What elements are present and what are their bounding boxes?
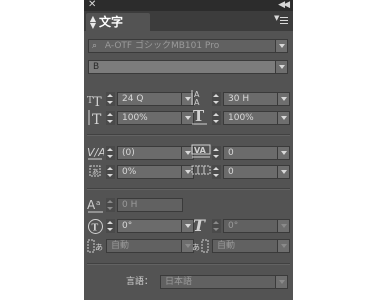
aki-after-value: 自動 (217, 241, 236, 251)
aki-field[interactable]: 0 (223, 165, 278, 179)
svg-text:T: T (92, 224, 99, 234)
aki-before-value: 自動 (111, 241, 130, 251)
horizontal-scale-dropdown[interactable] (277, 111, 290, 125)
language-value: 日本語 (165, 277, 193, 287)
leading-value: 30 H (228, 94, 250, 104)
skew-stepper[interactable] (212, 219, 221, 233)
vertical-scale-value: 100% (122, 113, 148, 123)
aki-before-field[interactable]: 自動 (106, 239, 183, 253)
svg-text:a: a (96, 199, 100, 207)
svg-text:あ: あ (92, 168, 99, 176)
tracking-field[interactable]: 0 (223, 146, 278, 160)
svg-text:T: T (93, 95, 102, 107)
kerning-field[interactable]: (0) (117, 146, 182, 160)
leading-dropdown[interactable] (277, 92, 290, 106)
rotate-icon: T (87, 218, 104, 235)
aki-after-dropdown[interactable] (277, 239, 290, 253)
rotation-value: 0° (122, 221, 133, 231)
svg-text:VA: VA (194, 146, 207, 155)
divider (87, 263, 290, 265)
aki-after-field[interactable]: 自動 (212, 239, 278, 253)
vertical-scale-field[interactable]: 100% (117, 111, 182, 125)
tab-label: 文字 (99, 15, 124, 29)
svg-text:A: A (87, 198, 96, 212)
tracking-icon: VA (191, 143, 211, 160)
svg-text:あ: あ (95, 243, 103, 252)
leading-field[interactable]: 30 H (223, 92, 278, 106)
aki-stepper[interactable] (212, 165, 221, 179)
font-family-field[interactable]: ⌕ A-OTF ゴシックMB101 Pro (88, 39, 276, 53)
svg-text:T: T (193, 108, 205, 125)
language-field[interactable]: 日本語 (160, 275, 276, 289)
language-label: 言語： (126, 277, 154, 287)
skew-icon: T (192, 216, 209, 233)
font-size-field[interactable]: 24 Q (117, 92, 182, 106)
svg-text:T: T (92, 112, 102, 126)
leading-stepper[interactable] (212, 92, 221, 106)
leading-icon: AA (191, 89, 208, 106)
baseline-shift-icon: Aa (87, 197, 104, 214)
horizontal-scale-value: 100% (228, 113, 254, 123)
font-size-value: 24 Q (122, 94, 144, 104)
baseline-shift-field[interactable]: 0 H (117, 198, 183, 212)
svg-text:T: T (193, 216, 206, 233)
kerning-icon: V/A (87, 144, 104, 161)
tsume-value: 0% (122, 167, 137, 177)
baseline-shift-stepper[interactable] (106, 198, 115, 212)
tsume-stepper[interactable] (106, 165, 115, 179)
tracking-value: 0 (228, 148, 234, 158)
tracking-dropdown[interactable] (277, 146, 290, 160)
divider (87, 134, 290, 136)
vertical-scale-stepper[interactable] (106, 111, 115, 125)
expand-collapse-icon[interactable]: ▲ ▼ (89, 15, 97, 30)
character-panel: ✕ ◀◀ ▲ ▼ 文字 ▼ ⌕ A-OTF ゴシックMB101 Pro B TT … (84, 0, 293, 300)
double-chevron-icon[interactable]: ◀◀ (278, 0, 290, 11)
horizontal-scale-icon: T (191, 108, 208, 125)
tsume-icon: あ (87, 163, 104, 180)
font-style-value: B (93, 62, 100, 72)
tsume-field[interactable]: 0% (117, 165, 182, 179)
svg-text:あ: あ (192, 243, 200, 252)
font-family-dropdown[interactable] (275, 39, 288, 53)
rotation-stepper[interactable] (106, 219, 115, 233)
aki-after-icon: あ (192, 238, 209, 255)
font-size-icon: TT (87, 90, 104, 107)
aki-value: 0 (228, 167, 234, 177)
close-icon[interactable]: ✕ (88, 0, 96, 11)
font-style-field[interactable]: B (88, 60, 276, 74)
svg-text:V/A: V/A (87, 146, 104, 159)
font-family-value: A-OTF ゴシックMB101 Pro (104, 41, 220, 51)
tab-character[interactable]: ▲ ▼ 文字 (86, 13, 150, 31)
svg-text:A: A (194, 98, 200, 106)
search-icon: ⌕ (92, 41, 98, 51)
skew-value: 0° (228, 221, 239, 231)
aki-dropdown[interactable] (277, 165, 290, 179)
kerning-stepper[interactable] (106, 146, 115, 160)
kerning-value: (0) (122, 148, 135, 158)
tracking-stepper[interactable] (212, 146, 221, 160)
aki-icon (191, 162, 211, 179)
font-style-dropdown[interactable] (275, 60, 288, 74)
skew-dropdown[interactable] (277, 219, 290, 233)
skew-field[interactable]: 0° (223, 219, 278, 233)
rotation-field[interactable]: 0° (117, 219, 182, 233)
panel-menu-icon[interactable]: ▼ (274, 14, 288, 26)
font-size-stepper[interactable] (106, 92, 115, 106)
baseline-shift-value: 0 H (122, 200, 138, 210)
panel-tab-bar: ▲ ▼ 文字 ▼ (84, 11, 293, 31)
language-dropdown[interactable] (275, 275, 288, 289)
aki-before-icon: あ (87, 238, 104, 255)
divider (87, 188, 290, 190)
panel-title-bar: ✕ ◀◀ (84, 0, 293, 11)
vertical-scale-icon: T (87, 109, 104, 126)
horizontal-scale-stepper[interactable] (212, 111, 221, 125)
horizontal-scale-field[interactable]: 100% (223, 111, 278, 125)
